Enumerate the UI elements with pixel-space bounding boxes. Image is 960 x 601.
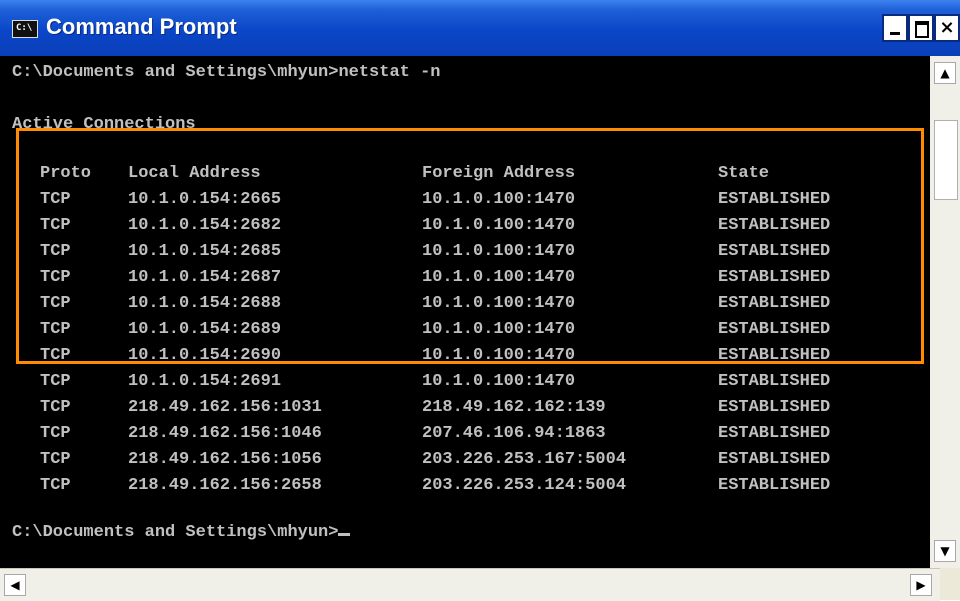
row-state: ESTABLISHED — [718, 320, 831, 339]
table-row: TCP 218.49.162.156:2658 203.226.253.124:50… — [12, 473, 912, 499]
table-row: TCP 10.1.0.154:2682 10.1.0.100:1470 ESTABLI… — [12, 213, 912, 239]
header-proto: Proto — [40, 164, 92, 183]
row-foreign-address: 10.1.0.100:1470 — [422, 346, 576, 365]
table-row: TCP 218.49.162.156:1056 203.226.253.167:50… — [12, 447, 912, 473]
table-row: TCP 10.1.0.154:2689 10.1.0.100:1470 ESTABLI… — [12, 317, 912, 343]
minimize-icon[interactable] — [882, 14, 908, 42]
table-row: TCP 10.1.0.154:2665 10.1.0.100:1470 ESTABLI… — [12, 187, 912, 213]
row-local-address: 10.1.0.154:2688 — [128, 294, 282, 313]
row-state: ESTABLISHED — [718, 398, 831, 417]
row-local-address: 218.49.162.156:2658 — [128, 476, 322, 495]
arrow-right-icon[interactable]: ▶ — [910, 574, 932, 596]
row-proto: TCP — [40, 216, 71, 235]
row-state: ESTABLISHED — [718, 424, 831, 443]
text-cursor — [338, 533, 351, 536]
row-proto: TCP — [40, 268, 71, 287]
arrow-left-icon[interactable]: ◀ — [4, 574, 26, 596]
row-state: ESTABLISHED — [718, 216, 831, 235]
arrow-up-icon[interactable]: ▲ — [934, 62, 956, 84]
arrow-down-icon[interactable]: ▼ — [934, 540, 956, 562]
table-row: TCP 10.1.0.154:2688 10.1.0.100:1470 ESTABLI… — [12, 291, 912, 317]
table-row: TCP 218.49.162.156:1031 218.49.162.162:139… — [12, 395, 912, 421]
row-local-address: 218.49.162.156:1031 — [128, 398, 322, 417]
window-title: Command Prompt — [46, 14, 237, 39]
table-row: TCP 218.49.162.156:1046 207.46.106.94:1863… — [12, 421, 912, 447]
resize-grip[interactable] — [940, 580, 960, 600]
row-local-address: 218.49.162.156:1056 — [128, 450, 322, 469]
row-state: ESTABLISHED — [718, 268, 831, 287]
row-foreign-address: 10.1.0.100:1470 — [422, 294, 576, 313]
header-foreign-address: Foreign Address — [422, 164, 576, 183]
row-local-address: 10.1.0.154:2691 — [128, 372, 282, 391]
table-row: TCP 10.1.0.154:2687 10.1.0.100:1470 ESTABLI… — [12, 265, 912, 291]
row-foreign-address: 10.1.0.100:1470 — [422, 216, 576, 235]
row-proto: TCP — [40, 190, 71, 209]
header-state: State — [718, 164, 770, 183]
row-proto: TCP — [40, 398, 71, 417]
prompt-text: C:\Documents and Settings\mhyun> — [12, 523, 339, 542]
row-proto: TCP — [40, 242, 71, 261]
row-proto: TCP — [40, 294, 71, 313]
row-foreign-address: 10.1.0.100:1470 — [422, 242, 576, 261]
row-local-address: 10.1.0.154:2682 — [128, 216, 282, 235]
prompt-line: C:\Documents and Settings\mhyun> — [12, 520, 351, 546]
row-foreign-address: 10.1.0.100:1470 — [422, 190, 576, 209]
table-header: Proto Local Address Foreign Address Stat… — [12, 161, 912, 187]
vertical-scroll-thumb[interactable] — [934, 120, 958, 200]
console-app-icon[interactable]: C:\ — [12, 20, 38, 38]
row-proto: TCP — [40, 450, 71, 469]
row-foreign-address: 10.1.0.100:1470 — [422, 320, 576, 339]
horizontal-scrollbar[interactable]: ◀ ▶ — [0, 568, 940, 601]
row-state: ESTABLISHED — [718, 346, 831, 365]
row-state: ESTABLISHED — [718, 372, 831, 391]
row-state: ESTABLISHED — [718, 190, 831, 209]
row-state: ESTABLISHED — [718, 294, 831, 313]
command-prompt-window: C:\ Command Prompt × C:\Documents and Se… — [0, 0, 960, 601]
row-state: ESTABLISHED — [718, 242, 831, 261]
maximize-icon[interactable] — [908, 14, 934, 42]
row-proto: TCP — [40, 320, 71, 339]
title-bar[interactable]: C:\ Command Prompt × — [0, 0, 960, 56]
close-icon[interactable]: × — [934, 14, 960, 42]
row-local-address: 10.1.0.154:2690 — [128, 346, 282, 365]
row-local-address: 218.49.162.156:1046 — [128, 424, 322, 443]
row-foreign-address: 218.49.162.162:139 — [422, 398, 606, 417]
row-foreign-address: 203.226.253.167:5004 — [422, 450, 627, 469]
row-local-address: 10.1.0.154:2665 — [128, 190, 282, 209]
table-row: TCP 10.1.0.154:2691 10.1.0.100:1470 ESTABLI… — [12, 369, 912, 395]
row-proto: TCP — [40, 346, 71, 365]
row-foreign-address: 10.1.0.100:1470 — [422, 268, 576, 287]
row-proto: TCP — [40, 424, 71, 443]
table-row: TCP 10.1.0.154:2690 10.1.0.100:1470 ESTABLI… — [12, 343, 912, 369]
row-local-address: 10.1.0.154:2685 — [128, 242, 282, 261]
row-foreign-address: 10.1.0.100:1470 — [422, 372, 576, 391]
command-line: C:\Documents and Settings\mhyun>netstat … — [12, 63, 441, 82]
row-foreign-address: 207.46.106.94:1863 — [422, 424, 606, 443]
section-title: Active Connections — [12, 115, 196, 134]
row-local-address: 10.1.0.154:2687 — [128, 268, 282, 287]
row-foreign-address: 203.226.253.124:5004 — [422, 476, 627, 495]
console-output[interactable]: C:\Documents and Settings\mhyun>netstat … — [0, 56, 930, 568]
app-icon-label: C:\ — [16, 23, 33, 33]
table-row: TCP 10.1.0.154:2685 10.1.0.100:1470 ESTABLI… — [12, 239, 912, 265]
row-state: ESTABLISHED — [718, 450, 831, 469]
row-local-address: 10.1.0.154:2689 — [128, 320, 282, 339]
row-state: ESTABLISHED — [718, 476, 831, 495]
row-proto: TCP — [40, 476, 71, 495]
row-proto: TCP — [40, 372, 71, 391]
header-local-address: Local Address — [128, 164, 261, 183]
